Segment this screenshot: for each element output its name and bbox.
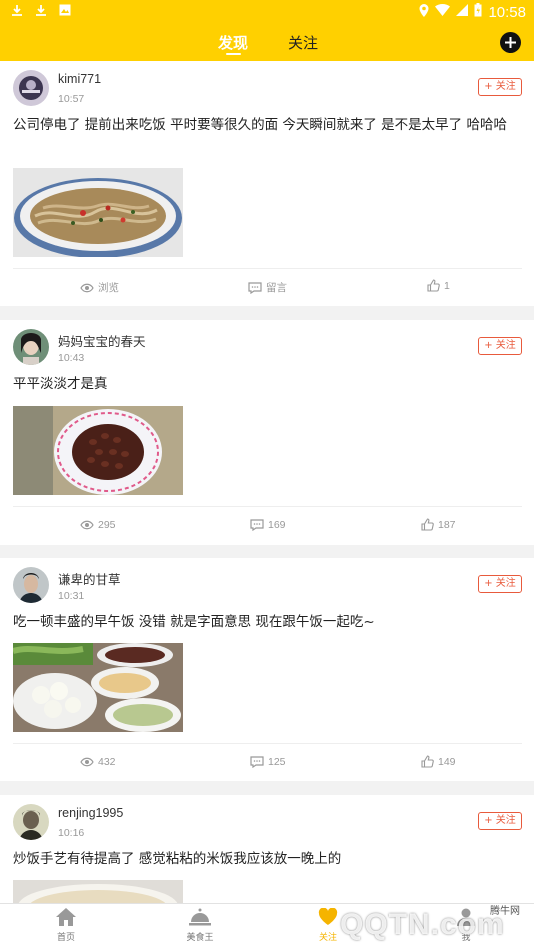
image-notification-icon — [58, 4, 72, 18]
post-photo[interactable] — [13, 643, 183, 732]
post-text: 炒饭手艺有待提高了 感觉粘粘的米饭我应该放一晚上的 — [13, 851, 342, 867]
comments-count: 169 — [268, 519, 286, 531]
eye-icon — [80, 283, 94, 292]
post-card: 妈妈宝宝的春天 10:43 + 关注 平平淡淡才是真 295 169 187 — [0, 320, 534, 545]
plus-icon — [505, 37, 516, 48]
tab-discover[interactable]: 发现 — [218, 32, 248, 53]
post-time: 10:16 — [58, 827, 85, 839]
active-tab-indicator — [226, 53, 241, 55]
post-text: 平平淡淡才是真 — [13, 376, 108, 392]
views-stat[interactable]: 浏览 — [80, 280, 119, 295]
follow-button[interactable]: + 关注 — [478, 337, 522, 355]
follow-icon — [318, 908, 338, 925]
views-count: 浏览 — [98, 282, 119, 294]
nav-food-king[interactable]: 美食王 — [170, 908, 230, 943]
nav-home[interactable]: 首页 — [36, 908, 96, 943]
post-time: 10:31 — [58, 590, 85, 602]
status-bar: 10:58 — [0, 0, 534, 24]
username[interactable]: 妈妈宝宝的春天 — [58, 331, 146, 350]
thumbs-up-icon — [427, 279, 440, 292]
comment-icon — [250, 519, 264, 531]
comment-icon — [250, 756, 264, 768]
post-text: 公司停电了 提前出来吃饭 平时要等很久的面 今天瞬间就来了 是不是太早了 哈哈哈 — [13, 117, 507, 133]
cloche-icon — [189, 908, 211, 926]
views-count: 295 — [98, 519, 116, 531]
views-stat[interactable]: 432 — [80, 756, 116, 768]
divider — [13, 268, 522, 269]
eye-icon — [80, 520, 94, 530]
follow-button[interactable]: + 关注 — [478, 812, 522, 830]
thumbs-up-icon — [421, 518, 434, 531]
post-card: 谦卑的甘草 10:31 + 关注 吃一顿丰盛的早午饭 没错 就是字面意思 现在跟… — [0, 558, 534, 781]
post-text: 吃一顿丰盛的早午饭 没错 就是字面意思 现在跟午饭一起吃~ — [13, 614, 375, 630]
download-icon — [10, 4, 24, 18]
views-count: 432 — [98, 756, 116, 768]
post-photo[interactable] — [13, 168, 183, 257]
divider — [13, 743, 522, 744]
avatar[interactable] — [13, 329, 49, 365]
download-icon — [34, 4, 48, 18]
follow-button[interactable]: + 关注 — [478, 78, 522, 96]
username[interactable]: kimi771 — [58, 72, 101, 86]
comments-count: 125 — [268, 756, 286, 768]
avatar[interactable] — [13, 567, 49, 603]
add-post-button[interactable] — [500, 32, 521, 53]
battery-icon — [474, 3, 482, 21]
likes-count: 187 — [438, 518, 456, 531]
comment-icon — [248, 281, 262, 294]
post-time: 10:57 — [58, 93, 85, 105]
comments-stat[interactable]: 125 — [250, 756, 286, 768]
avatar[interactable] — [13, 70, 49, 106]
status-time: 10:58 — [488, 3, 526, 21]
comments-stat[interactable]: 169 — [250, 519, 286, 531]
signal-icon — [456, 4, 469, 20]
follow-button[interactable]: + 关注 — [478, 575, 522, 593]
likes-stat[interactable]: 149 — [421, 755, 456, 768]
views-stat[interactable]: 295 — [80, 519, 116, 531]
divider — [13, 506, 522, 507]
home-icon — [56, 908, 76, 926]
location-icon — [419, 3, 429, 21]
eye-icon — [80, 757, 94, 767]
likes-stat[interactable]: 187 — [421, 518, 456, 531]
likes-count: 1 — [444, 279, 450, 292]
post-card: renjing1995 10:16 + 关注 炒饭手艺有待提高了 感觉粘粘的米饭… — [0, 795, 534, 903]
likes-stat[interactable]: 1 — [427, 279, 450, 292]
comments-stat[interactable]: 留言 — [248, 280, 287, 295]
watermark-logo: QQTN.com — [340, 908, 505, 941]
post-photo[interactable] — [13, 880, 183, 903]
thumbs-up-icon — [421, 755, 434, 768]
wifi-icon — [435, 4, 451, 20]
username[interactable]: 谦卑的甘草 — [58, 569, 121, 588]
post-time: 10:43 — [58, 352, 85, 364]
username[interactable]: renjing1995 — [58, 806, 123, 820]
tab-follow[interactable]: 关注 — [288, 32, 318, 53]
nav-label: 首页 — [56, 933, 75, 943]
post-photo[interactable] — [13, 406, 183, 495]
post-card: kimi771 10:57 + 关注 公司停电了 提前出来吃饭 平时要等很久的面… — [0, 61, 534, 306]
nav-label: 关注 — [318, 933, 337, 943]
avatar[interactable] — [13, 804, 49, 840]
header: 发现 关注 — [0, 24, 534, 61]
feed[interactable]: kimi771 10:57 + 关注 公司停电了 提前出来吃饭 平时要等很久的面… — [0, 61, 534, 903]
likes-count: 149 — [438, 755, 456, 768]
nav-label: 美食王 — [186, 933, 214, 943]
watermark: 腾牛网 QQTN.com — [340, 902, 530, 946]
comments-count: 留言 — [266, 282, 287, 294]
